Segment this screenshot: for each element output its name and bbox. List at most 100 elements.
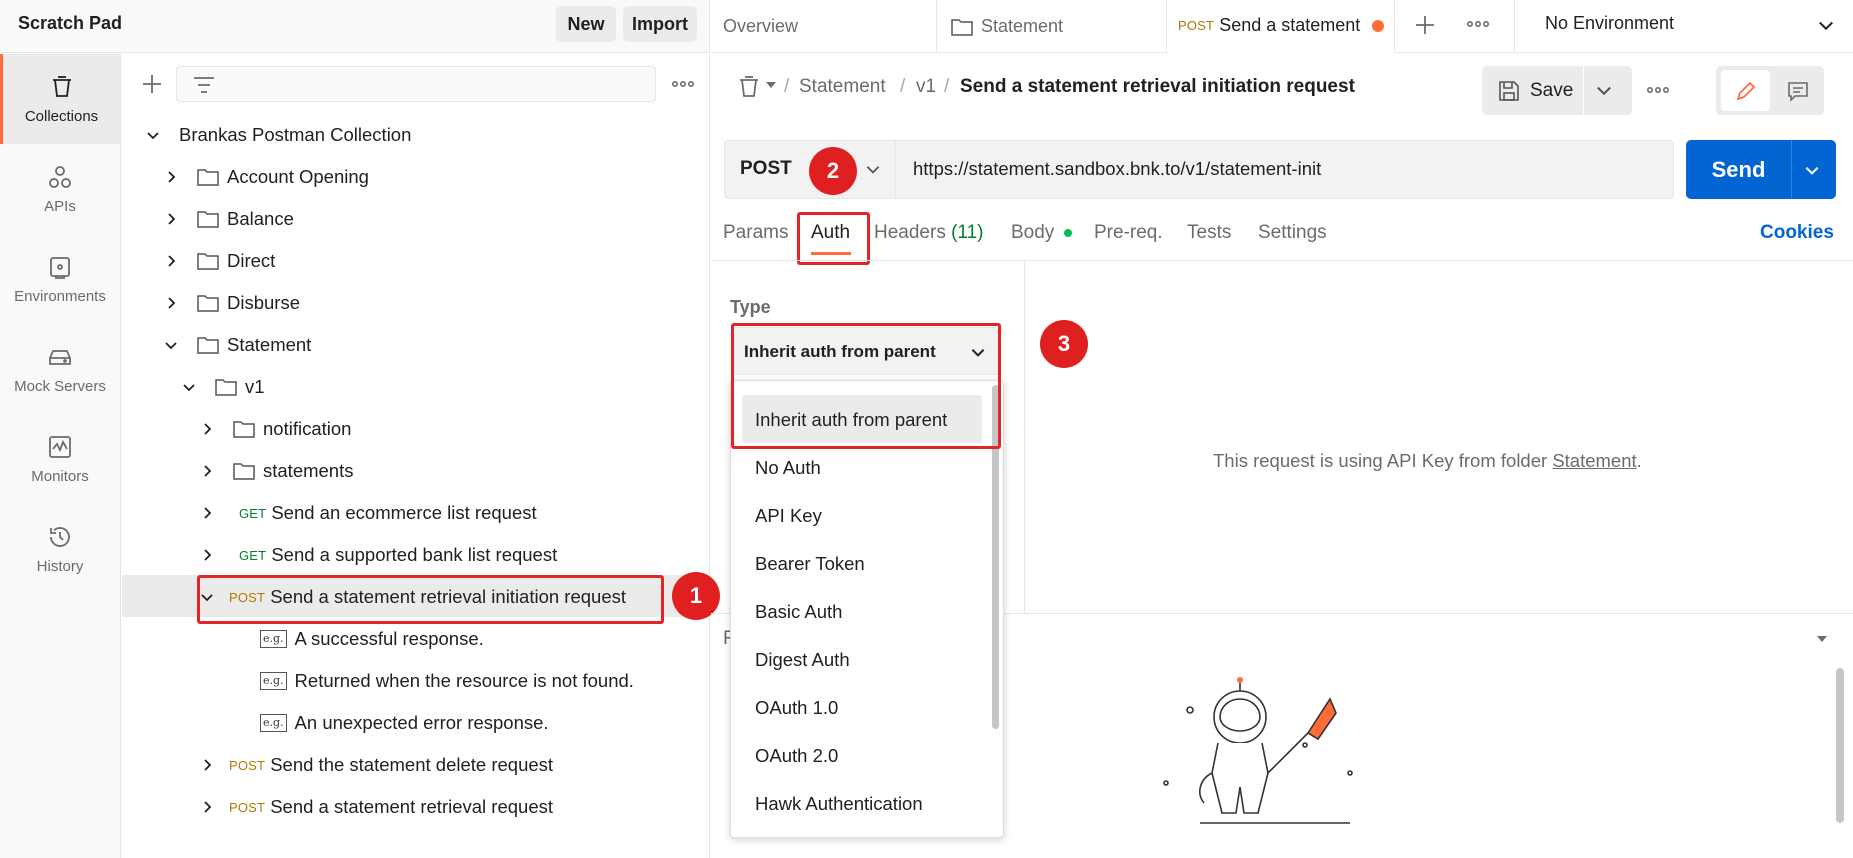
edit-mode-button[interactable] — [1721, 70, 1770, 111]
apis-icon — [47, 164, 73, 190]
comments-button[interactable] — [1773, 70, 1822, 111]
chevron-down-icon[interactable] — [1803, 161, 1821, 179]
tab-statement[interactable]: Statement — [937, 0, 1167, 53]
collection-name: Brankas Postman Collection — [179, 124, 412, 145]
chevron-down-icon — [165, 342, 177, 350]
tree-request-row[interactable]: GET Send a supported bank list request — [199, 534, 557, 576]
nav-collections[interactable]: Collections — [0, 54, 120, 144]
dropdown-item-basic-auth[interactable]: Basic Auth — [755, 601, 842, 623]
nav-history[interactable]: History — [0, 504, 120, 594]
body-indicator-dot — [1063, 228, 1072, 237]
cookies-link[interactable]: Cookies — [1760, 222, 1834, 244]
postman-app: Scratch Pad New Import Collections APIs … — [0, 0, 1853, 858]
tree-folder-row[interactable]: notification — [199, 408, 351, 450]
tree-example-row[interactable]: e.g. Returned when the resource is not f… — [260, 660, 634, 702]
breadcrumb-v1[interactable]: v1 — [916, 76, 936, 98]
chevron-down-icon — [147, 132, 159, 140]
folder-icon — [233, 463, 255, 480]
nav-label: Collections — [24, 107, 99, 125]
environment-selector[interactable]: No Environment — [1545, 13, 1674, 34]
chevron-right-icon — [168, 213, 176, 225]
nav-mock-servers[interactable]: Mock Servers — [0, 324, 120, 414]
example-icon: e.g. — [260, 714, 287, 732]
folder-name: notification — [263, 418, 352, 439]
history-icon — [47, 524, 73, 550]
nav-apis[interactable]: APIs — [0, 144, 120, 234]
more-options-icon[interactable] — [1467, 20, 1489, 28]
method-label: POST — [740, 158, 792, 179]
workspace-header: Scratch Pad New Import — [0, 0, 710, 53]
caret-down-icon[interactable] — [765, 80, 777, 90]
dropdown-item-oauth2[interactable]: OAuth 2.0 — [755, 745, 838, 767]
breadcrumb-separator: / — [900, 76, 906, 97]
info-suffix: . — [1636, 450, 1642, 471]
auth-info-text: This request is using API Key from folde… — [1213, 450, 1642, 472]
tree-request-row[interactable]: GET Send an ecommerce list request — [199, 492, 537, 534]
tree-folder-row[interactable]: Direct — [163, 240, 275, 282]
astronaut-rocket-illustration — [1160, 675, 1380, 835]
filter-icon[interactable] — [193, 75, 215, 95]
tree-collection-row[interactable]: Brankas Postman Collection — [145, 114, 411, 156]
send-button[interactable]: Send — [1686, 140, 1791, 199]
tab-params[interactable]: Params — [723, 222, 788, 244]
chevron-down-icon[interactable] — [1594, 80, 1614, 100]
import-button[interactable]: Import — [623, 6, 697, 42]
example-name: A successful response. — [294, 628, 484, 649]
tree-folder-row[interactable]: Account Opening — [163, 156, 369, 198]
tab-body[interactable]: Body — [1011, 222, 1072, 244]
tree-folder-row[interactable]: Statement — [163, 324, 311, 366]
collection-search-input[interactable] — [176, 66, 656, 102]
tree-example-row[interactable]: e.g. A successful response. — [260, 618, 484, 660]
tab-settings[interactable]: Settings — [1258, 222, 1327, 244]
tree-folder-row[interactable]: Disburse — [163, 282, 300, 324]
nav-environments[interactable]: Environments — [0, 234, 120, 324]
more-options-icon[interactable] — [1647, 86, 1669, 94]
folder-name: v1 — [245, 376, 265, 397]
tab-tests[interactable]: Tests — [1187, 222, 1231, 244]
tab-label: Body — [1011, 222, 1055, 243]
dropdown-item-oauth1[interactable]: OAuth 1.0 — [755, 697, 838, 719]
annotation-box-2 — [797, 212, 870, 265]
tree-example-row[interactable]: e.g. An unexpected error response. — [260, 702, 549, 744]
tab-active-request[interactable]: POST Send a statement — [1167, 0, 1395, 53]
divider — [1514, 0, 1515, 53]
method-badge: GET — [239, 505, 267, 521]
tree-request-row[interactable]: POST Send a statement retrieval request — [199, 786, 553, 828]
nav-label: APIs — [44, 197, 76, 215]
tab-headers[interactable]: Headers (11) — [874, 222, 984, 244]
chevron-right-icon — [204, 549, 212, 561]
caret-down-icon[interactable] — [1815, 634, 1829, 644]
new-button[interactable]: New — [556, 6, 616, 42]
chevron-right-icon — [168, 255, 176, 267]
workspace-title[interactable]: Scratch Pad — [18, 13, 122, 34]
plus-icon[interactable] — [141, 73, 163, 95]
tree-folder-row[interactable]: statements — [199, 450, 354, 492]
chevron-down-icon[interactable] — [1816, 15, 1836, 35]
breadcrumb-statement[interactable]: Statement — [799, 76, 886, 98]
tab-label: Send a statement — [1219, 15, 1361, 35]
tab-overview[interactable]: Overview — [711, 0, 937, 53]
tree-request-row[interactable]: POST Send the statement delete request — [199, 744, 553, 786]
divider — [711, 260, 1853, 261]
tree-folder-row[interactable]: v1 — [181, 366, 265, 408]
dropdown-item-api-key[interactable]: API Key — [755, 505, 822, 527]
tab-prereq[interactable]: Pre-req. — [1094, 222, 1163, 244]
url-input[interactable]: https://statement.sandbox.bnk.to/v1/stat… — [913, 158, 1321, 180]
dropdown-item-bearer-token[interactable]: Bearer Token — [755, 553, 865, 575]
request-name: Send an ecommerce list request — [271, 502, 537, 523]
dropdown-item-digest-auth[interactable]: Digest Auth — [755, 649, 850, 671]
breadcrumb-separator: / — [784, 76, 790, 97]
trash-can-icon — [49, 74, 75, 100]
nav-monitors[interactable]: Monitors — [0, 414, 120, 504]
dropdown-item-no-auth[interactable]: No Auth — [755, 457, 821, 479]
chevron-right-icon — [168, 171, 176, 183]
save-button[interactable]: Save — [1482, 66, 1582, 115]
more-options-icon[interactable] — [672, 80, 694, 88]
plus-icon[interactable] — [1414, 14, 1436, 36]
statement-folder-link[interactable]: Statement — [1552, 450, 1636, 471]
response-scrollbar[interactable] — [1836, 668, 1844, 823]
folder-name: Account Opening — [227, 166, 369, 187]
example-icon: e.g. — [260, 630, 287, 648]
tree-folder-row[interactable]: Balance — [163, 198, 294, 240]
dropdown-item-hawk[interactable]: Hawk Authentication — [755, 793, 923, 815]
